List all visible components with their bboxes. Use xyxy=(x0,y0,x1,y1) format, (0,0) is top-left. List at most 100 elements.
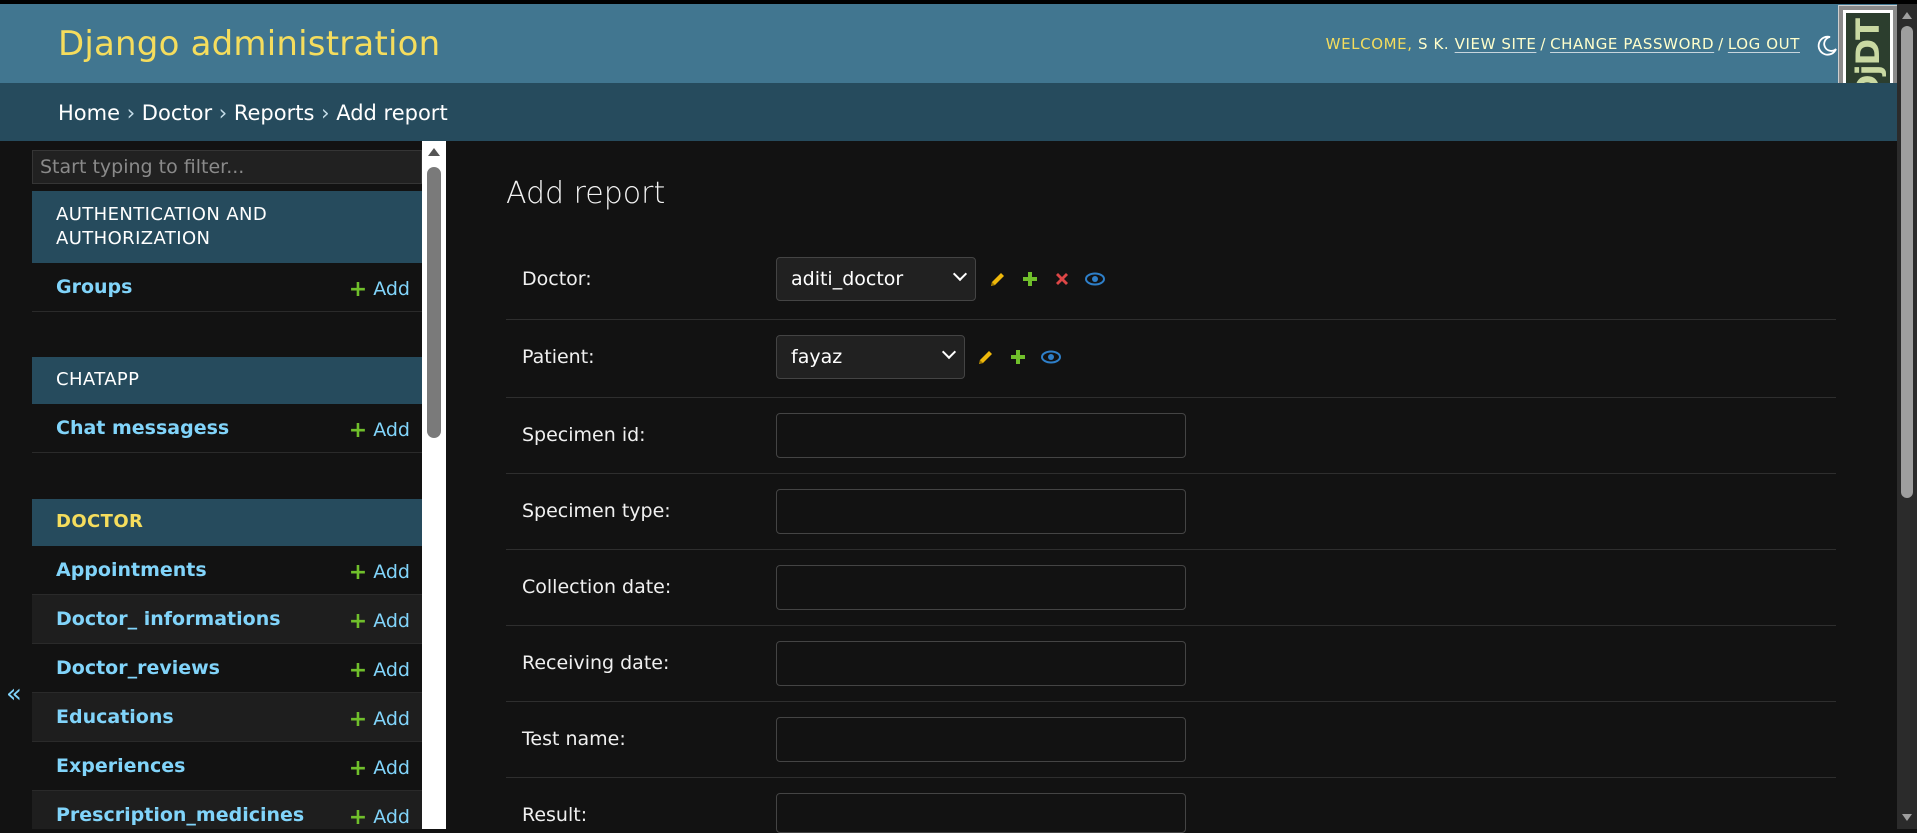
add-link[interactable]: + Add xyxy=(348,608,410,634)
collection-date-input[interactable] xyxy=(776,565,1186,610)
scroll-thumb[interactable] xyxy=(427,167,441,438)
form-row-receiving-date: Receiving date: xyxy=(506,626,1836,702)
test-name-label: Test name: xyxy=(522,728,626,750)
pencil-icon[interactable] xyxy=(976,347,996,367)
plus-icon[interactable] xyxy=(1008,347,1028,367)
sidebar-item-doctor-informations: Doctor_ informations + Add xyxy=(32,595,422,644)
sidebar-item-educations: Educations + Add xyxy=(32,693,422,742)
model-link[interactable]: Appointments xyxy=(56,559,207,581)
model-link[interactable]: Doctor_ informations xyxy=(56,608,281,630)
patient-selected-value: fayaz xyxy=(791,346,843,368)
add-label: Add xyxy=(373,610,410,632)
model-link[interactable]: Educations xyxy=(56,706,174,728)
add-link[interactable]: + Add xyxy=(349,804,410,829)
patient-related-actions xyxy=(976,347,1062,367)
add-link[interactable]: + Add xyxy=(349,276,410,302)
add-label: Add xyxy=(373,806,410,828)
form-row-specimen-id: Specimen id: xyxy=(506,398,1836,474)
specimen-type-input[interactable] xyxy=(776,489,1186,534)
add-label: Add xyxy=(373,561,410,583)
pencil-icon[interactable] xyxy=(988,269,1008,289)
specimen-id-input[interactable] xyxy=(776,413,1186,458)
result-input[interactable] xyxy=(776,793,1186,833)
username: S K. xyxy=(1417,35,1450,53)
form-row-doctor: Doctor: aditi_doctor xyxy=(506,242,1836,320)
sidebar-item-experiences: Experiences + Add xyxy=(32,742,422,791)
breadcrumb-app[interactable]: Doctor xyxy=(142,101,212,125)
separator: / xyxy=(1540,35,1547,53)
breadcrumb-sep: › xyxy=(218,101,228,125)
change-password-link[interactable]: CHANGE PASSWORD xyxy=(1550,35,1714,53)
breadcrumb-home[interactable]: Home xyxy=(58,101,120,125)
delete-icon[interactable] xyxy=(1052,269,1072,289)
breadcrumb-sep: › xyxy=(321,101,330,125)
sidebar-toggle-column: « xyxy=(0,141,30,829)
module-caption-doctor[interactable]: DOCTOR xyxy=(32,499,422,546)
plus-icon[interactable] xyxy=(1020,269,1040,289)
log-out-link[interactable]: LOG OUT xyxy=(1728,35,1800,53)
plus-icon: + xyxy=(348,805,368,829)
receiving-date-input[interactable] xyxy=(776,641,1186,686)
module-caption-chatapp[interactable]: CHATAPP xyxy=(32,357,422,404)
add-label: Add xyxy=(373,278,410,300)
sidebar-scrollbar[interactable] xyxy=(422,141,446,829)
model-link[interactable]: Doctor_reviews xyxy=(56,657,220,679)
model-link[interactable]: Experiences xyxy=(56,755,185,777)
plus-icon: + xyxy=(348,658,368,683)
doctor-selected-value: aditi_doctor xyxy=(791,268,904,290)
add-label: Add xyxy=(373,757,410,779)
receiving-date-label: Receiving date: xyxy=(522,652,670,674)
chevron-down-icon xyxy=(941,344,957,360)
plus-icon: + xyxy=(348,609,368,634)
breadcrumb-current: Add report xyxy=(336,101,448,125)
form-row-test-name: Test name: xyxy=(506,702,1836,778)
scroll-thumb[interactable] xyxy=(1901,26,1913,498)
add-link[interactable]: + Add xyxy=(349,706,410,732)
scroll-up-arrow[interactable] xyxy=(428,148,440,156)
breadcrumb: Home › Doctor › Reports › Add report xyxy=(0,83,1917,141)
patient-select[interactable]: fayaz xyxy=(776,335,965,379)
collection-date-label: Collection date: xyxy=(522,576,672,598)
patient-label: Patient: xyxy=(522,346,595,368)
add-link[interactable]: + Add xyxy=(348,755,410,781)
breadcrumb-sep: › xyxy=(126,101,136,125)
form-row-patient: Patient: fayaz xyxy=(506,320,1836,398)
sidebar-filter-input[interactable]: Start typing to filter... xyxy=(32,150,422,184)
chevron-down-icon xyxy=(952,266,968,282)
eye-icon[interactable] xyxy=(1040,347,1062,367)
view-site-link[interactable]: VIEW SITE xyxy=(1455,35,1537,53)
collapse-sidebar-button[interactable]: « xyxy=(6,679,22,709)
form-row-collection-date: Collection date: xyxy=(506,550,1836,626)
model-link[interactable]: Groups xyxy=(56,276,132,298)
moon-icon[interactable] xyxy=(1815,34,1839,58)
doctor-select[interactable]: aditi_doctor xyxy=(776,257,976,301)
add-link[interactable]: + Add xyxy=(348,559,410,585)
add-link[interactable]: + Add xyxy=(349,417,410,443)
add-label: Add xyxy=(373,659,410,681)
scroll-down-arrow[interactable] xyxy=(1902,814,1912,821)
plus-icon: + xyxy=(348,560,368,585)
header: Django administration WELCOME, S K. VIEW… xyxy=(0,4,1917,83)
sidebar-item-chat-messages: Chat messagess + Add xyxy=(32,404,422,453)
breadcrumb-model[interactable]: Reports xyxy=(234,101,315,125)
sidebar-item-appointments: Appointments + Add xyxy=(32,546,422,595)
plus-icon: + xyxy=(348,756,368,781)
add-label: Add xyxy=(373,708,410,730)
specimen-type-label: Specimen type: xyxy=(522,500,671,522)
result-label: Result: xyxy=(522,804,588,826)
site-brand[interactable]: Django administration xyxy=(58,24,440,64)
model-link[interactable]: Prescription_medicines xyxy=(56,804,304,826)
test-name-input[interactable] xyxy=(776,717,1186,762)
eye-icon[interactable] xyxy=(1084,269,1106,289)
doctor-related-actions xyxy=(988,269,1106,289)
page-title: Add report xyxy=(506,176,666,211)
specimen-id-label: Specimen id: xyxy=(522,424,646,446)
module-caption-auth[interactable]: AUTHENTICATION AND AUTHORIZATION xyxy=(32,191,422,263)
form-row-result: Result: xyxy=(506,778,1836,833)
scroll-up-arrow[interactable] xyxy=(1902,12,1912,19)
model-link[interactable]: Chat messagess xyxy=(56,417,229,439)
add-link[interactable]: + Add xyxy=(348,657,410,683)
sidebar-item-prescription-medicines: Prescription_medicines + Add xyxy=(32,791,422,829)
page-scrollbar[interactable] xyxy=(1897,4,1917,829)
user-tools: WELCOME, S K. VIEW SITE / CHANGE PASSWORD /… xyxy=(1326,35,1800,53)
